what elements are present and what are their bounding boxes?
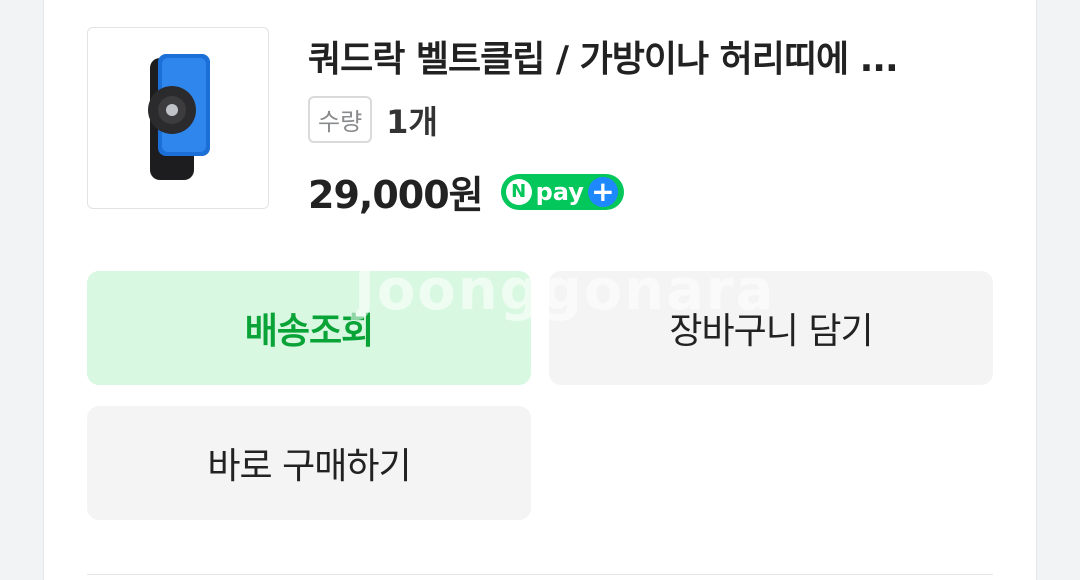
npay-plus-badge: N pay + bbox=[500, 173, 624, 210]
product-thumbnail[interactable] bbox=[87, 27, 269, 209]
quantity-row: 수량 1개 bbox=[308, 96, 438, 143]
quantity-label-badge: 수량 bbox=[308, 96, 373, 143]
track-delivery-button[interactable]: 배송조회 bbox=[87, 271, 531, 385]
belt-clip-product-image bbox=[148, 54, 210, 180]
quantity-value: 1개 bbox=[386, 102, 438, 141]
npay-n-icon: N bbox=[505, 178, 532, 205]
price-row: 29,000원 N pay + bbox=[308, 164, 624, 219]
price-text: 29,000원 bbox=[308, 173, 484, 217]
product-title[interactable]: 쿼드락 벨트클립 / 가방이나 허리띠에 ... bbox=[308, 30, 988, 82]
divider bbox=[87, 574, 993, 575]
order-card: 쿼드락 벨트클립 / 가방이나 허리띠에 ... 수량 1개 29,000원 N… bbox=[43, 0, 1037, 580]
add-to-cart-button[interactable]: 장바구니 담기 bbox=[549, 271, 993, 385]
buy-now-button[interactable]: 바로 구매하기 bbox=[87, 406, 531, 520]
npay-label: pay bbox=[535, 177, 584, 206]
plus-icon: + bbox=[587, 176, 618, 207]
